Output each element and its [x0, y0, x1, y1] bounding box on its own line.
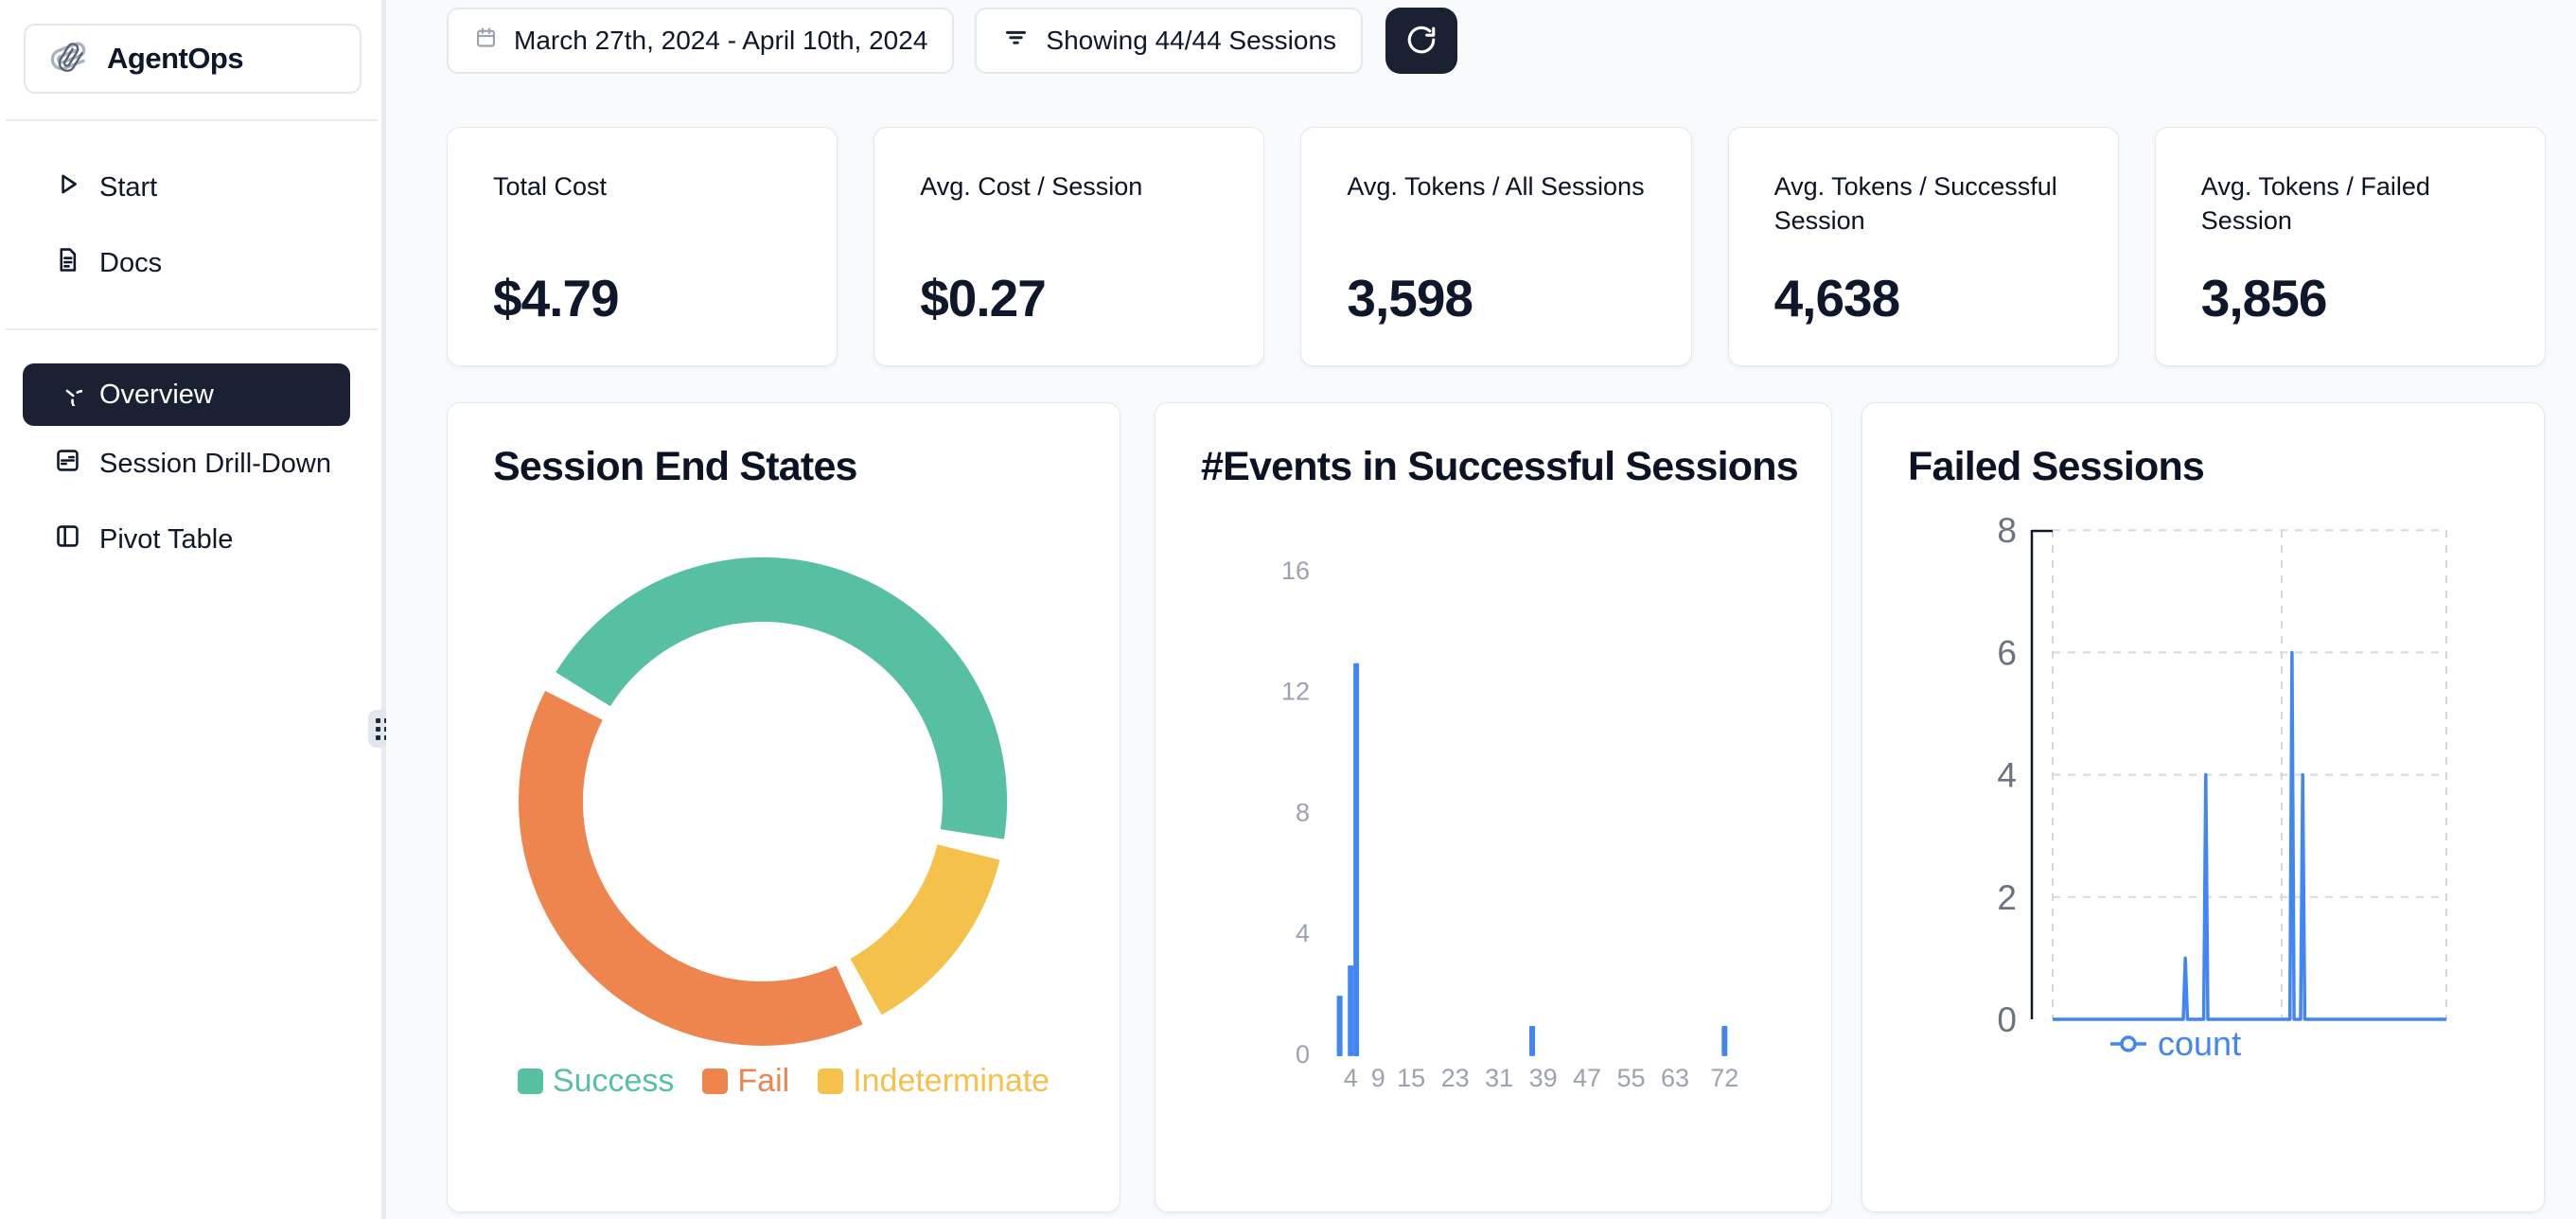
- charts-row: Session End States SuccessFailIndetermin…: [447, 402, 2576, 1212]
- paperclip-logo-icon: [50, 36, 90, 82]
- histogram-bar[interactable]: [1529, 1026, 1535, 1056]
- x-tick-label: 39: [1529, 1064, 1558, 1092]
- sidebar-item-label: Session Drill-Down: [99, 449, 331, 480]
- failed-sessions-card: Failed Sessions 02468count: [1861, 402, 2545, 1212]
- y-tick-label: 0: [1296, 1040, 1310, 1069]
- sidebar-item-label: Start: [99, 172, 157, 203]
- y-tick-label: 4: [1296, 919, 1310, 947]
- sidebar-item-label: Overview: [99, 380, 214, 411]
- sidebar-item-pivot-table[interactable]: Pivot Table: [0, 502, 383, 577]
- filter-icon: [1001, 23, 1031, 59]
- legend-item-indeterminate[interactable]: Indeterminate: [818, 1063, 1050, 1100]
- y-tick-label: 8: [1997, 511, 2017, 550]
- legend-swatch: [518, 1069, 543, 1094]
- sidebar-item-start[interactable]: Start: [0, 150, 383, 225]
- document-icon: [53, 245, 82, 282]
- x-tick-label: 15: [1397, 1064, 1425, 1092]
- donut-legend: Success Fail Indeterminate: [448, 1063, 1120, 1100]
- stat-value: 3,598: [1347, 268, 1473, 328]
- histogram-bar[interactable]: [1353, 663, 1359, 1056]
- sidebar-item-overview[interactable]: Overview: [23, 363, 350, 426]
- session-end-states-card: Session End States SuccessFailIndetermin…: [447, 402, 1120, 1212]
- y-tick-label: 4: [1997, 756, 2017, 795]
- sidebar-item-label: Docs: [99, 248, 162, 279]
- legend-item-success[interactable]: Success: [518, 1063, 675, 1100]
- sidebar: AgentOps Start Docs Overview Session Drill…: [0, 0, 383, 1219]
- legend-label-count[interactable]: count: [2158, 1024, 2241, 1063]
- y-tick-label: 8: [1296, 798, 1310, 826]
- donut-slice-success[interactable]: [556, 557, 1007, 839]
- legend-item-fail[interactable]: Fail: [702, 1063, 789, 1100]
- legend-label: Fail: [737, 1063, 789, 1100]
- stat-value: $4.79: [493, 268, 619, 328]
- gauge-icon: [53, 377, 82, 414]
- events-histogram-card: #Events in Successful Sessions 048121649…: [1155, 402, 1832, 1212]
- stat-card: Avg. Tokens / Failed Session 3,856: [2155, 127, 2546, 366]
- stat-card: Avg. Tokens / All Sessions 3,598: [1300, 127, 1691, 366]
- calendar-icon: [473, 25, 499, 57]
- legend-point-marker: [2122, 1037, 2135, 1051]
- legend-label: Indeterminate: [853, 1063, 1050, 1100]
- brand-logo-box[interactable]: AgentOps: [24, 24, 362, 94]
- x-tick-label: 23: [1441, 1064, 1470, 1092]
- sessions-filter-button[interactable]: Showing 44/44 Sessions: [975, 8, 1363, 74]
- failed-sessions-chart[interactable]: 0 2 4 6 8 count: [1862, 403, 2546, 1213]
- brand-name: AgentOps: [107, 42, 243, 76]
- y-tick-label: 0: [1997, 1000, 2017, 1039]
- legend-swatch: [818, 1069, 843, 1094]
- list-icon: [53, 446, 82, 483]
- y-tick-label: 16: [1281, 556, 1310, 585]
- stat-value: 4,638: [1774, 268, 1900, 328]
- topbar: March 27th, 2024 - April 10th, 2024 Show…: [447, 8, 2576, 74]
- count-line-series[interactable]: [2053, 652, 2446, 1019]
- x-tick-label: 31: [1485, 1064, 1513, 1092]
- donut-slice-indeterminate[interactable]: [851, 844, 1000, 1015]
- y-tick-label: 2: [1997, 878, 2017, 917]
- stat-value: $0.27: [920, 268, 1046, 328]
- x-tick-label: 9: [1371, 1064, 1385, 1092]
- y-tick-label: 6: [1997, 633, 2017, 672]
- stat-label: Avg. Tokens / All Sessions: [1347, 169, 1650, 203]
- stat-card: Total Cost $4.79: [447, 127, 838, 366]
- app-root: AgentOps Start Docs Overview Session Drill…: [0, 0, 2576, 1219]
- stats-row: Total Cost$4.79Avg. Cost / Session$0.27A…: [447, 127, 2546, 366]
- stat-label: Avg. Cost / Session: [920, 169, 1224, 203]
- sessions-filter-label: Showing 44/44 Sessions: [1046, 26, 1336, 56]
- histogram-chart[interactable]: 0481216491523313947556372: [1156, 403, 1833, 1213]
- refresh-icon: [1405, 24, 1438, 59]
- stat-label: Avg. Tokens / Failed Session: [2201, 169, 2505, 238]
- sidebar-nav-main: Overview Session Drill-Down Pivot Table: [0, 363, 383, 577]
- x-tick-label: 55: [1617, 1064, 1646, 1092]
- sidebar-divider: [6, 328, 378, 330]
- x-tick-label: 63: [1661, 1064, 1689, 1092]
- legend-label: Success: [553, 1063, 675, 1100]
- histogram-bar[interactable]: [1721, 1026, 1727, 1056]
- donut-slice-fail[interactable]: [519, 691, 862, 1046]
- stat-value: 3,856: [2201, 268, 2327, 328]
- date-range-picker[interactable]: March 27th, 2024 - April 10th, 2024: [447, 8, 954, 74]
- sidebar-divider: [6, 119, 378, 121]
- stat-card: Avg. Cost / Session $0.27: [873, 127, 1264, 366]
- x-tick-label: 4: [1344, 1064, 1358, 1092]
- columns-icon: [53, 521, 82, 558]
- sidebar-item-label: Pivot Table: [99, 524, 233, 556]
- x-tick-label: 72: [1710, 1064, 1738, 1092]
- refresh-button[interactable]: [1385, 8, 1457, 74]
- date-range-label: March 27th, 2024 - April 10th, 2024: [514, 26, 927, 56]
- y-tick-label: 12: [1281, 678, 1310, 706]
- sidebar-item-session-drill-down[interactable]: Session Drill-Down: [0, 426, 383, 502]
- stat-card: Avg. Tokens / Successful Session 4,638: [1728, 127, 2119, 366]
- x-tick-label: 47: [1573, 1064, 1601, 1092]
- histogram-bar[interactable]: [1337, 996, 1343, 1056]
- legend-swatch: [702, 1069, 728, 1094]
- sidebar-nav-top: Start Docs: [0, 150, 383, 301]
- main-content: March 27th, 2024 - April 10th, 2024 Show…: [386, 0, 2576, 1219]
- histogram-bar[interactable]: [1348, 965, 1353, 1056]
- stat-label: Avg. Tokens / Successful Session: [1774, 169, 2078, 238]
- sidebar-item-docs[interactable]: Docs: [0, 225, 383, 301]
- play-icon: [53, 169, 82, 206]
- stat-label: Total Cost: [493, 169, 797, 203]
